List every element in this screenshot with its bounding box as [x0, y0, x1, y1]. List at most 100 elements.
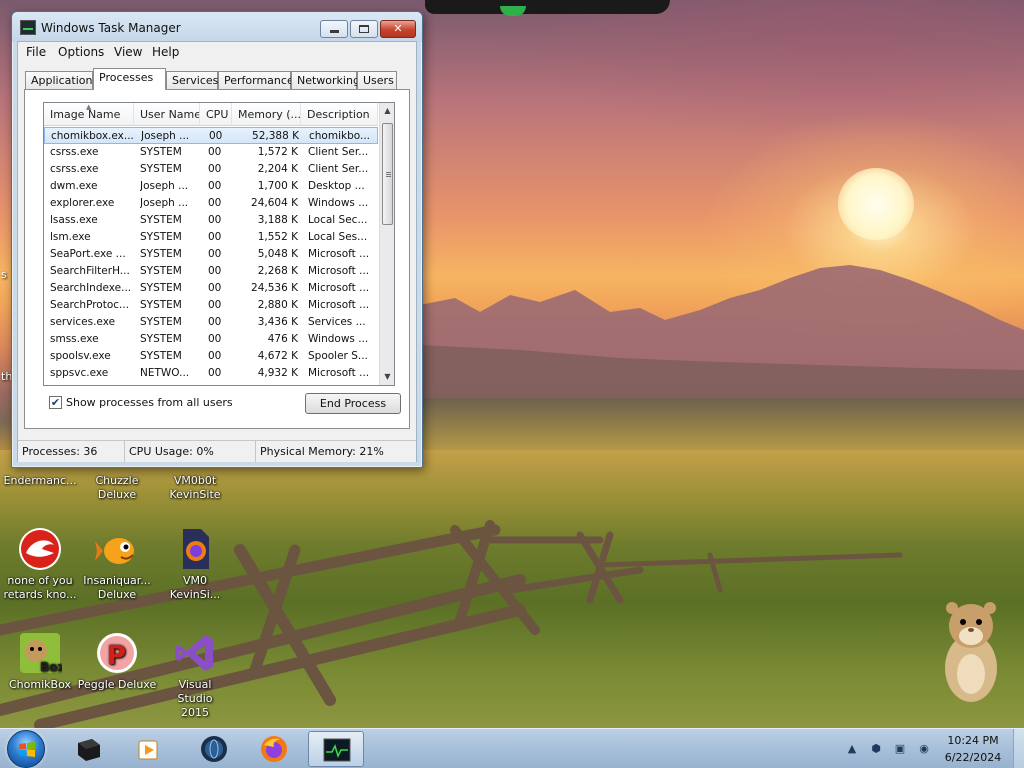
minimize-icon — [329, 30, 339, 33]
taskbar-task-manager[interactable] — [308, 731, 364, 767]
desktop-icon-label: VM0 KevinSi... — [169, 574, 221, 601]
tab-applications[interactable]: Applications — [25, 71, 98, 89]
cell-description: Client Ser... — [308, 146, 369, 158]
grip-icon — [386, 172, 391, 173]
column-cpu[interactable]: CPU — [200, 103, 232, 126]
table-row[interactable]: services.exe SYSTEM 00 3,436 K Services ... — [44, 314, 378, 331]
table-row[interactable]: explorer.exe Joseph ... 00 24,604 K Windows … — [44, 195, 378, 212]
cell-description: Desktop ... — [308, 180, 365, 192]
network-icon[interactable]: ▣ — [892, 741, 908, 757]
table-row[interactable]: SeaPort.exe ... SYSTEM 00 5,048 K Microsoft … — [44, 246, 378, 263]
desktop-icon-chomikbox[interactable]: Box ChomikBox — [0, 631, 80, 692]
process-list[interactable]: ▲ Image Name User Name CPU Memory (... D… — [43, 102, 395, 386]
desktop-icon-peggle[interactable]: P Peggle Deluxe — [77, 631, 157, 692]
desktop-icon-vm0[interactable]: VM0 KevinSi... — [155, 527, 235, 602]
cell-user-name: SYSTEM — [140, 214, 182, 226]
tab-performance[interactable]: Performance — [218, 71, 294, 89]
scroll-thumb[interactable] — [382, 123, 393, 225]
taskbar-terminal-app[interactable] — [60, 731, 116, 767]
column-user-name[interactable]: User Name — [134, 103, 200, 126]
show-hidden-icons[interactable]: ▲ — [844, 741, 860, 757]
list-header: ▲ Image Name User Name CPU Memory (... D… — [44, 103, 378, 126]
menu-file[interactable]: File — [26, 45, 46, 59]
clock[interactable]: 10:24 PM 6/22/2024 — [936, 732, 1010, 766]
cell-user-name: SYSTEM — [140, 299, 182, 311]
cell-memory: 5,048 K — [257, 248, 298, 260]
desktop-icon-insaniquarium[interactable]: Insaniquar... Deluxe — [77, 527, 157, 602]
tab-services[interactable]: Services — [166, 71, 218, 89]
processes-panel: ▲ Image Name User Name CPU Memory (... D… — [24, 89, 410, 429]
desktop-icon-vm0b0t[interactable]: VM0b0t KevinSite — [155, 474, 235, 502]
column-memory[interactable]: Memory (... — [232, 103, 301, 126]
cell-cpu: 00 — [208, 350, 222, 362]
table-row[interactable]: smss.exe SYSTEM 00 476 K Windows ... — [44, 331, 378, 348]
table-row[interactable]: chomikbox.ex... Joseph ... 00 52,388 K chomi… — [44, 127, 378, 144]
desktop-icon-none-of-you[interactable]: none of you retards kno... — [0, 527, 80, 602]
top-gadget — [425, 0, 670, 14]
table-row[interactable]: SearchFilterH... SYSTEM 00 2,268 K Microsoft… — [44, 263, 378, 280]
tab-processes[interactable]: Processes — [93, 68, 166, 90]
column-image-name[interactable]: Image Name — [44, 103, 134, 126]
table-row[interactable]: dwm.exe Joseph ... 00 1,700 K Desktop ... — [44, 178, 378, 195]
sync-icon[interactable]: ⬢ — [868, 741, 884, 757]
table-row[interactable]: spoolsv.exe SYSTEM 00 4,672 K Spooler S... — [44, 348, 378, 365]
task-manager-window[interactable]: Windows Task Manager ✕ File Options View… — [11, 11, 423, 468]
tab-users[interactable]: Users — [357, 71, 397, 89]
end-process-button[interactable]: End Process — [305, 393, 401, 414]
start-button[interactable] — [7, 730, 45, 768]
clock-date: 6/22/2024 — [944, 751, 1002, 764]
cell-image-name: services.exe — [50, 316, 116, 328]
minimize-button[interactable] — [320, 20, 348, 38]
tab-networking[interactable]: Networking — [291, 71, 360, 89]
edge-label-s: s — [1, 268, 7, 281]
table-row[interactable]: csrss.exe SYSTEM 00 1,572 K Client Ser... — [44, 144, 378, 161]
svg-text:Box: Box — [40, 660, 62, 674]
desktop-icon-visual-studio[interactable]: Visual Studio 2015 — [155, 631, 235, 720]
table-row[interactable]: SearchProtoc... SYSTEM 00 2,880 K Microsoft … — [44, 297, 378, 314]
table-row[interactable]: csrss.exe SYSTEM 00 2,204 K Client Ser... — [44, 161, 378, 178]
cell-memory: 2,268 K — [257, 265, 298, 277]
cell-memory: 1,700 K — [257, 180, 298, 192]
task-manager-icon — [20, 20, 36, 35]
windows-logo-icon — [19, 742, 35, 757]
table-row[interactable]: SearchIndexe... SYSTEM 00 24,536 K Microsoft… — [44, 280, 378, 297]
desktop-icon-endermanch[interactable]: Endermanc... — [0, 474, 80, 488]
column-description[interactable]: Description — [301, 103, 378, 126]
cell-memory: 24,536 K — [251, 282, 298, 294]
maximize-icon — [359, 25, 369, 33]
taskbar-firefox[interactable] — [246, 731, 302, 767]
cell-image-name: csrss.exe — [50, 146, 99, 158]
scroll-down-icon[interactable]: ▼ — [380, 369, 394, 385]
firefox-file-icon — [183, 529, 209, 569]
menu-options[interactable]: Options — [58, 45, 104, 59]
cell-user-name: SYSTEM — [140, 248, 182, 260]
vertical-scrollbar[interactable]: ▲ ▼ — [379, 103, 394, 385]
desktop-icon-label: Insaniquar... Deluxe — [83, 574, 151, 601]
show-all-users-label[interactable]: Show processes from all users — [66, 396, 233, 409]
close-button[interactable]: ✕ — [380, 20, 416, 38]
cell-cpu: 00 — [208, 180, 222, 192]
show-all-users-checkbox[interactable]: ✔ — [49, 396, 62, 409]
menu-help[interactable]: Help — [152, 45, 179, 59]
hamster-desktop-pet[interactable] — [938, 596, 1004, 706]
cell-cpu: 00 — [208, 248, 222, 260]
window-title: Windows Task Manager — [41, 21, 181, 35]
title-bar[interactable]: Windows Task Manager ✕ — [12, 12, 422, 42]
volume-icon[interactable]: ◉ — [916, 741, 932, 757]
show-desktop-button[interactable] — [1013, 729, 1024, 768]
table-row[interactable]: sppsvc.exe NETWO... 00 4,932 K Microsoft ... — [44, 365, 378, 382]
cell-image-name: SearchFilterH... — [50, 265, 130, 277]
cell-memory: 1,552 K — [257, 231, 298, 243]
desktop-icon-chuzzle[interactable]: Chuzzle Deluxe — [77, 474, 157, 502]
maximize-button[interactable] — [350, 20, 378, 38]
cell-memory: 4,932 K — [257, 367, 298, 379]
table-row[interactable]: lsass.exe SYSTEM 00 3,188 K Local Sec... — [44, 212, 378, 229]
desktop-icon-label: none of you retards kno... — [3, 574, 77, 601]
cell-memory: 3,188 K — [257, 214, 298, 226]
cell-description: Microsoft ... — [308, 282, 370, 294]
table-row[interactable]: lsm.exe SYSTEM 00 1,552 K Local Ses... — [44, 229, 378, 246]
taskbar-media-player[interactable] — [122, 731, 178, 767]
scroll-up-icon[interactable]: ▲ — [380, 103, 394, 119]
menu-view[interactable]: View — [114, 45, 142, 59]
taskbar-globe-app[interactable] — [186, 731, 242, 767]
